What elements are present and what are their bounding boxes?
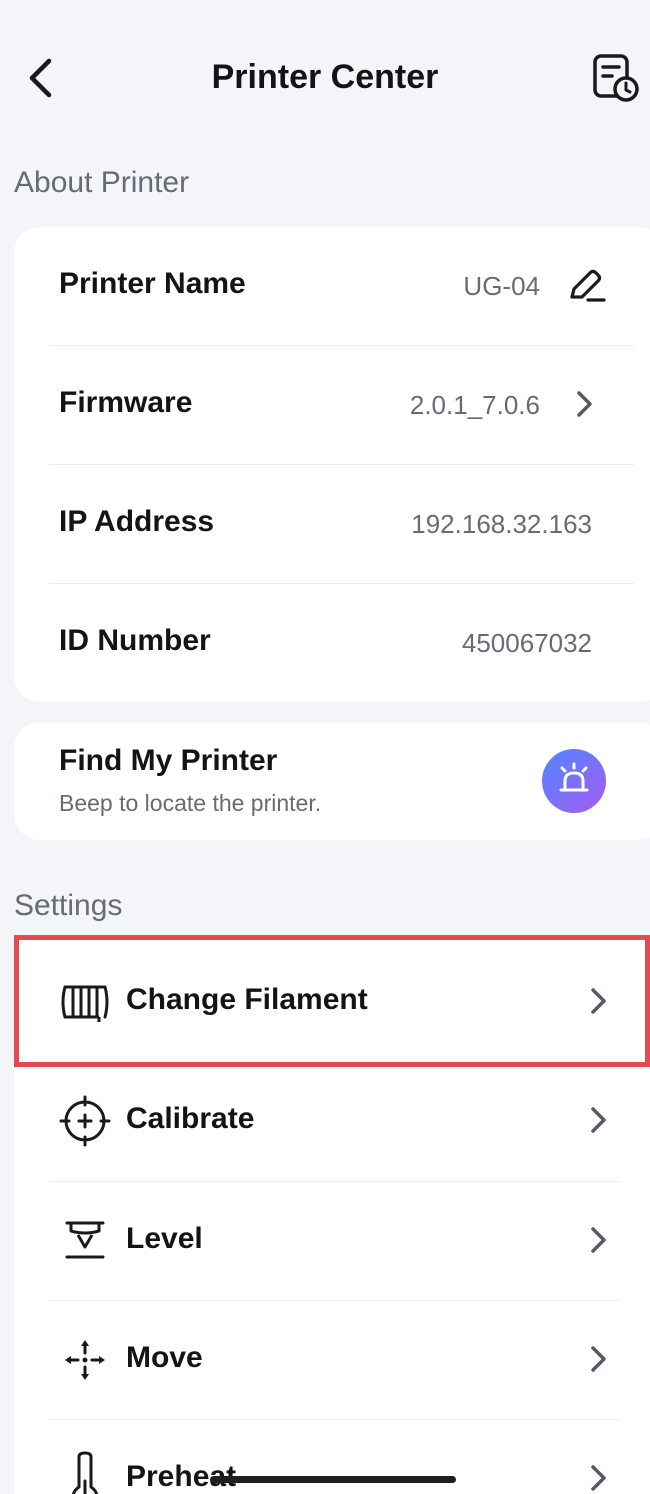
printer-name-row[interactable]: Printer Name UG-04 — [14, 227, 650, 345]
chevron-right-icon — [584, 1226, 612, 1254]
siren-icon — [556, 762, 592, 801]
chevron-right-icon — [584, 987, 612, 1015]
settings-item-label: Move — [126, 1341, 203, 1374]
settings-section-title: Settings — [14, 889, 123, 922]
settings-item-label: Level — [126, 1222, 203, 1255]
move-icon — [59, 1331, 111, 1389]
printer-center-screen: Printer Center About Printer Printer Nam… — [0, 0, 650, 1494]
beep-alarm-button[interactable] — [542, 749, 606, 813]
thermometer-icon — [59, 1450, 111, 1494]
crosshair-icon — [59, 1092, 111, 1150]
printer-name-label: Printer Name — [59, 267, 246, 300]
settings-item-calibrate[interactable]: Calibrate — [14, 1062, 650, 1181]
chevron-right-icon — [584, 1345, 612, 1373]
firmware-row[interactable]: Firmware 2.0.1_7.0.6 — [14, 346, 650, 464]
chevron-right-icon — [584, 1464, 612, 1492]
level-icon — [59, 1212, 111, 1270]
find-printer-card: Find My Printer Beep to locate the print… — [14, 722, 650, 840]
home-indicator[interactable] — [210, 1476, 456, 1483]
id-number-value: 450067032 — [461, 628, 592, 658]
find-printer-title: Find My Printer — [59, 744, 278, 777]
settings-item-move[interactable]: Move — [14, 1301, 650, 1420]
print-history-button[interactable] — [590, 53, 642, 108]
edit-pencil-icon[interactable] — [566, 267, 606, 307]
ip-address-label: IP Address — [59, 505, 215, 538]
firmware-label: Firmware — [59, 386, 193, 419]
settings-item-level[interactable]: Level — [14, 1182, 650, 1301]
find-printer-subtitle: Beep to locate the printer. — [59, 790, 322, 816]
firmware-value: 2.0.1_7.0.6 — [409, 390, 540, 420]
chevron-right-icon — [584, 1106, 612, 1134]
ip-address-row: IP Address 192.168.32.163 — [14, 465, 650, 583]
settings-item-change-filament[interactable]: Change Filament — [14, 943, 650, 1062]
settings-item-label: Change Filament — [126, 983, 368, 1016]
chevron-right-icon — [570, 390, 598, 418]
filament-icon — [59, 973, 111, 1031]
about-section-title: About Printer — [14, 166, 190, 199]
id-number-label: ID Number — [59, 624, 211, 657]
page-title: Printer Center — [211, 58, 439, 96]
id-number-row: ID Number 450067032 — [14, 584, 650, 702]
printer-name-value: UG-04 — [463, 271, 540, 301]
settings-item-label: Calibrate — [126, 1102, 255, 1135]
document-clock-icon — [592, 53, 640, 108]
ip-address-value: 192.168.32.163 — [411, 509, 592, 539]
header: Printer Center — [0, 0, 650, 160]
about-card: Printer Name UG-04 Firmware 2.0.1_7.0.6 … — [14, 227, 650, 702]
